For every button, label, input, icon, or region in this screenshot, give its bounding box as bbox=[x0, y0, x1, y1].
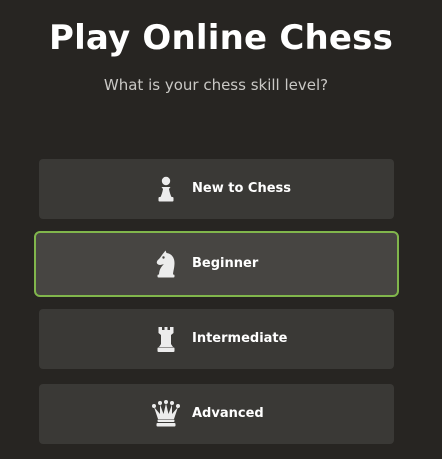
knight-icon bbox=[149, 247, 183, 281]
pawn-icon bbox=[149, 172, 183, 206]
option-advanced[interactable]: Advanced bbox=[39, 384, 394, 444]
option-label: Intermediate bbox=[192, 331, 288, 346]
option-label: Beginner bbox=[192, 256, 259, 271]
page-title: Play Online Chess bbox=[48, 18, 394, 58]
page-subtitle: What is your chess skill level? bbox=[103, 76, 329, 94]
option-label: Advanced bbox=[192, 406, 264, 421]
option-label: New to Chess bbox=[192, 181, 291, 196]
rook-icon bbox=[149, 322, 183, 356]
option-new-to-chess[interactable]: New to Chess bbox=[39, 159, 394, 219]
option-intermediate[interactable]: Intermediate bbox=[39, 309, 394, 369]
queen-icon bbox=[149, 397, 183, 431]
option-beginner[interactable]: Beginner bbox=[34, 231, 399, 297]
